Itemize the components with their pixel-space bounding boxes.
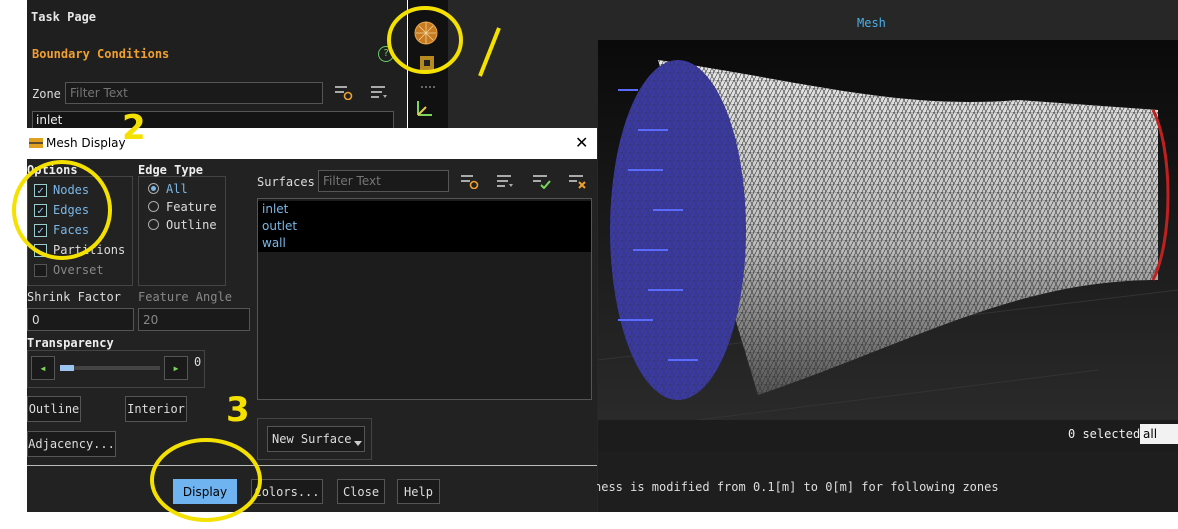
edge-all-label: All [166,182,188,196]
overset-checkbox[interactable] [34,264,47,277]
filter-select-icon[interactable] [335,84,353,100]
edge-outline-label: Outline [166,218,217,232]
surfaces-filter-input[interactable] [318,170,449,192]
list-options-icon[interactable] [497,173,515,189]
edge-feature-radio[interactable] [148,201,159,212]
transparency-increment-button[interactable]: ▸ [164,356,188,380]
surface-item-wall[interactable]: wall [258,235,591,252]
boundary-conditions-title: Boundary Conditions [32,47,170,61]
grip-icon [421,86,435,88]
dialog-title: Mesh Display [46,136,126,150]
partitions-label: Partitions [53,243,126,257]
outline-button[interactable]: Outline [27,396,81,422]
new-surface-button[interactable]: New Surface [267,426,365,452]
nodes-label: Nodes [53,183,90,197]
console-line: ness is modified from 0.1[m] to 0[m] for… [594,480,999,494]
mesh-viewport[interactable] [597,40,1178,421]
deselect-all-icon[interactable] [569,173,587,189]
transparency-label: Transparency [27,336,114,350]
nodes-checkbox[interactable]: ✓ [34,184,47,197]
zone-filter-input[interactable] [65,82,323,104]
surface-item-outlet[interactable]: outlet [258,218,591,235]
new-surface-label: New Surface [272,432,352,446]
shrink-factor-input[interactable] [27,308,134,331]
graphics-title: Mesh [857,16,886,30]
zone-label: Zone [32,87,61,101]
task-page-title: Task Page [31,10,97,24]
annotation-step-3: 3 [226,390,250,430]
transparency-slider-thumb[interactable] [60,365,74,371]
interior-button[interactable]: Interior [125,396,187,422]
surfaces-label: Surfaces [257,175,315,189]
colors-button[interactable]: Colors... [251,479,323,504]
mesh-render [597,60,1178,421]
partitions-checkbox[interactable] [34,244,47,257]
select-all-icon[interactable] [533,173,551,189]
close-button[interactable]: Close [337,479,385,504]
shrink-factor-label: Shrink Factor [27,290,121,304]
transparency-value: 0 [194,355,202,369]
surface-item-inlet[interactable]: inlet [258,201,591,218]
edge-type-label: Edge Type [138,163,204,177]
axes-icon[interactable] [414,97,436,119]
faces-checkbox[interactable]: ✓ [34,224,47,237]
selection-filter-dropdown[interactable]: all [1140,424,1178,444]
edge-feature-label: Feature [166,200,217,214]
faces-label: Faces [53,223,90,237]
list-options-icon[interactable] [371,84,389,100]
annotation-step-2: 2 [122,108,146,148]
help-button[interactable]: Help [397,479,440,504]
edge-all-radio[interactable] [148,183,159,194]
feature-angle-input[interactable] [138,308,250,331]
transparency-slider-track[interactable] [60,366,160,370]
close-icon[interactable]: ✕ [575,133,588,152]
options-label: Options [27,163,78,177]
adjacency-button[interactable]: Adjacency... [27,431,116,457]
edges-checkbox[interactable]: ✓ [34,204,47,217]
transparency-decrement-button[interactable]: ◂ [31,356,55,380]
edges-label: Edges [53,203,90,217]
contours-icon[interactable] [418,54,436,72]
dialog-divider [27,465,597,466]
filter-select-icon[interactable] [461,173,479,189]
feature-angle-label: Feature Angle [138,290,232,304]
dialog-app-icon [29,138,43,148]
overset-label: Overset [53,263,104,277]
zone-list-item[interactable]: inlet [36,113,62,127]
mesh-display-icon[interactable] [413,20,439,46]
edge-outline-radio[interactable] [148,219,159,230]
selected-count: 0 selected [1068,427,1141,441]
display-button[interactable]: Display [173,479,237,504]
chevron-down-icon [354,441,362,446]
help-icon[interactable]: ? [378,46,394,62]
